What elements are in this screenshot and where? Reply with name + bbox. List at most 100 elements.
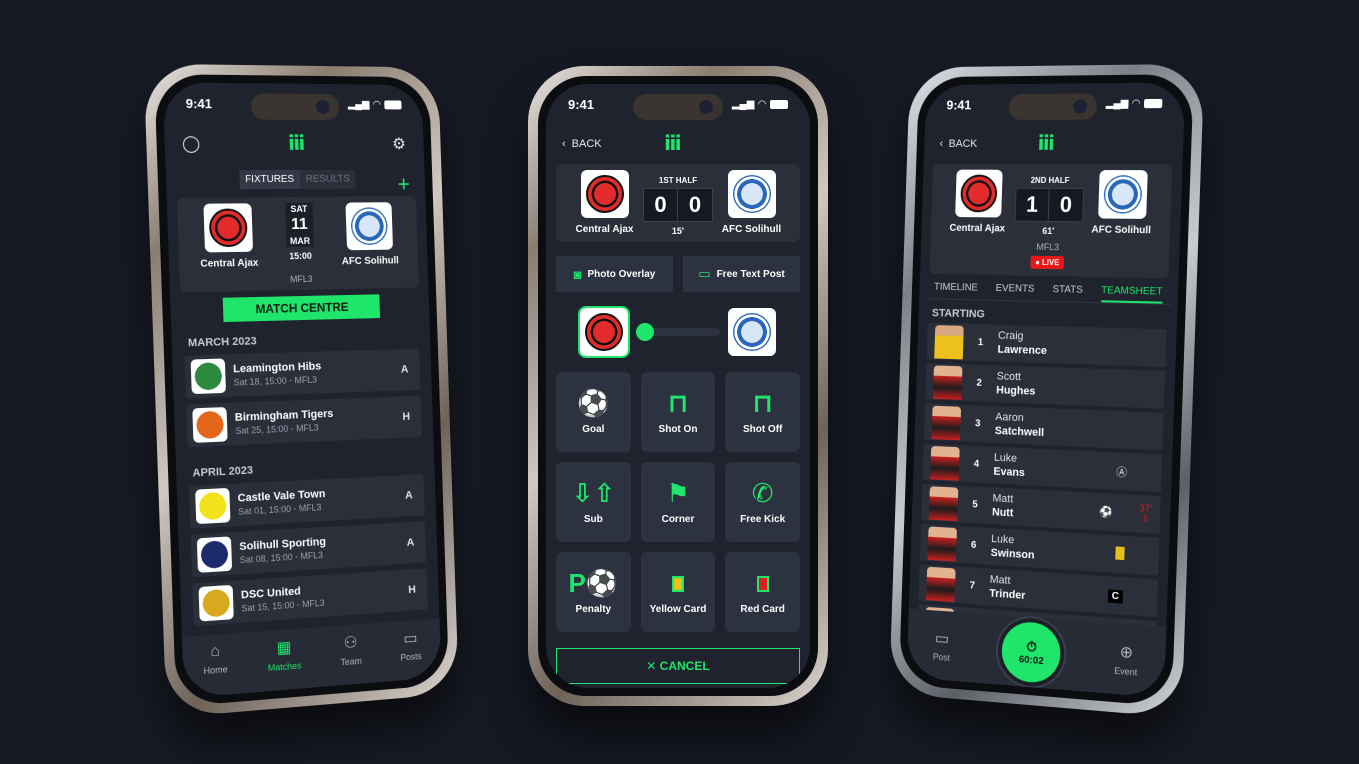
event-corner[interactable]: ⚑ Corner: [640, 462, 716, 542]
nav-team[interactable]: ⚇ Team: [340, 632, 363, 685]
away-team: AFC Solihull: [330, 202, 409, 267]
fixture-row[interactable]: DSC United Sat 15, 15:00 - MFL3 H: [192, 568, 428, 627]
nav-label: Posts: [400, 651, 422, 663]
event-red-card[interactable]: Red Card: [725, 552, 800, 632]
timer-value: 60:02: [1018, 654, 1044, 668]
match-month: MAR: [285, 234, 315, 248]
status-time: 9:41: [185, 95, 213, 111]
nav-posts[interactable]: ▭ Posts: [399, 628, 422, 681]
player-photo: [927, 525, 958, 562]
away-team-name: AFC Solihull: [721, 224, 782, 235]
tab-teamsheet[interactable]: TEAMSHEET: [1100, 285, 1163, 304]
post-button[interactable]: ▭ Post: [933, 628, 951, 663]
battery-icon: [1143, 98, 1163, 108]
gear-icon[interactable]: ⚙: [389, 134, 409, 154]
profile-icon[interactable]: ◯: [181, 134, 202, 154]
venue-indicator: H: [402, 410, 411, 423]
away-team-name: AFC Solihull: [1091, 224, 1152, 237]
nav-matches[interactable]: ▦ Matches: [267, 636, 302, 691]
photo-overlay-button[interactable]: ◙ Photo Overlay: [556, 256, 673, 292]
fixtures-results-toggle: FIXTURES RESULTS: [166, 169, 425, 190]
fixture-row[interactable]: Birmingham Tigers Sat 25, 15:00 - MFL3 H: [186, 395, 423, 448]
fixture-list: MARCH 2023 Leamington Hibs Sat 18, 15:00…: [171, 317, 439, 627]
wifi-icon: ◠: [372, 98, 381, 110]
live-badge: ● LIVE: [1029, 255, 1065, 270]
bottom-nav: ⌂ Home ▦ Matches ⚇ Team ▭ Posts: [181, 618, 442, 699]
player-row[interactable]: 2 Scott Hughes: [925, 363, 1166, 409]
fixtures-screen: 9:41 ▂▄▆ ◠ ◯ ⅲ ⚙ FIXTURES RESULTS + Centr…: [162, 82, 442, 699]
event-sub[interactable]: ⇩⇧ Sub: [556, 462, 631, 542]
shirt-number: 7: [969, 580, 976, 592]
signal-icon: ▂▄▆: [731, 98, 755, 110]
shirt-number: 2: [976, 377, 982, 389]
add-fixture-button[interactable]: +: [397, 172, 410, 198]
player-list: 1 Craig Lawrence 2 Scott Hughes 3 Aaron Sat…: [908, 322, 1177, 660]
away-team-name: AFC Solihull: [341, 255, 400, 268]
add-event-button[interactable]: ⊕ Event: [1114, 641, 1138, 678]
event-goal[interactable]: ⚽ Goal: [556, 372, 631, 452]
match-timer-button[interactable]: ⏱ 60:02: [1001, 620, 1062, 685]
event-label: Sub: [583, 513, 603, 525]
home-team-name: Central Ajax: [949, 222, 1006, 235]
player-row[interactable]: 3 Aaron Satchwell: [923, 403, 1164, 451]
team-toggle-slider[interactable]: [636, 323, 720, 341]
tab-stats[interactable]: STATS: [1052, 284, 1083, 302]
event-penalty[interactable]: P⚽ Penalty: [556, 552, 631, 632]
event-label: Red Card: [740, 603, 785, 615]
fixture-row[interactable]: Solihull Sporting Sat 08, 15:00 - MFL3 A: [190, 521, 427, 578]
top-bar: ◯ ⅲ ⚙: [164, 123, 424, 164]
event-shot-off[interactable]: ⊓ Shot Off: [725, 372, 800, 452]
goal-frame-miss-icon: ⊓: [752, 387, 773, 418]
scoreboard: 1ST HALF 00 15': [643, 170, 713, 236]
select-away-team[interactable]: [728, 308, 776, 356]
next-match-card[interactable]: Central Ajax SAT 11 MAR 15:00 AFC Solihu…: [176, 196, 419, 293]
teamsheet-screen: 9:41 ▂▄▆ ◠ ‹ BACK ⅲ Central Ajax 2ND HALF …: [906, 82, 1186, 699]
cancel-button[interactable]: ✕ CANCEL: [556, 648, 800, 684]
tab-timeline[interactable]: TIMELINE: [934, 282, 978, 300]
away-team: AFC Solihull: [713, 170, 790, 235]
free-text-post-button[interactable]: ▭ Free Text Post: [683, 256, 800, 292]
away-crest: [345, 202, 394, 251]
status-time: 9:41: [946, 96, 972, 112]
back-button[interactable]: ‹ BACK: [562, 138, 602, 150]
nav-home[interactable]: ⌂ Home: [203, 642, 229, 696]
back-button[interactable]: ‹ BACK: [939, 138, 977, 150]
event-entry-screen: 9:41 ▂▄▆ ◠ ‹ BACK ⅲ Central Ajax 1ST HALF …: [546, 84, 810, 688]
phone-fixtures: 9:41 ▂▄▆ ◠ ◯ ⅲ ⚙ FIXTURES RESULTS + Centr…: [143, 63, 459, 718]
fixture-row[interactable]: Leamington Hibs Sat 18, 15:00 - MFL3 A: [184, 348, 421, 399]
opponent-crest: [190, 358, 226, 395]
tab-results[interactable]: RESULTS: [299, 169, 356, 189]
shirt-number: 3: [974, 418, 981, 430]
whistle-icon: ✆: [751, 477, 774, 508]
player-row[interactable]: 1 Craig Lawrence: [926, 322, 1167, 367]
wifi-icon: ◠: [1132, 97, 1141, 109]
top-bar: ‹ BACK ⅲ: [546, 124, 810, 164]
top-bar: ‹ BACK ⅲ: [924, 123, 1184, 164]
phone-event-entry: 9:41 ▂▄▆ ◠ ‹ BACK ⅲ Central Ajax 1ST HALF …: [528, 66, 828, 706]
event-free-kick[interactable]: ✆ Free Kick: [725, 462, 800, 542]
match-day: SAT: [284, 202, 314, 216]
camera-icon: ◙: [573, 266, 582, 282]
event-label: Shot Off: [742, 423, 783, 435]
tab-events[interactable]: EVENTS: [995, 283, 1034, 301]
chevron-left-icon: ‹: [939, 138, 944, 150]
half-label: 2ND HALF: [1022, 173, 1078, 188]
home-team: Central Ajax: [940, 169, 1016, 235]
opponent-crest: [192, 407, 228, 443]
slider-knob[interactable]: [636, 323, 654, 341]
nav-label: Matches: [267, 660, 302, 674]
home-icon: ⌂: [209, 642, 221, 661]
goal-icon: ⚽: [1098, 506, 1114, 519]
free-text-post-label: Free Text Post: [716, 268, 785, 280]
chevron-left-icon: ‹: [562, 138, 566, 150]
match-minute: 61': [1042, 225, 1055, 237]
battery-icon: [384, 99, 402, 109]
event-shot-on[interactable]: ⊓ Shot On: [640, 372, 716, 452]
shirt-number: 4: [973, 458, 980, 470]
event-yellow-card[interactable]: Yellow Card: [640, 552, 716, 632]
assist-icon: Ⓐ: [1116, 466, 1128, 479]
match-minute: 15': [671, 226, 685, 236]
red-card-icon: [756, 570, 769, 596]
tab-fixtures[interactable]: FIXTURES: [238, 169, 301, 190]
select-home-team[interactable]: [578, 306, 630, 358]
